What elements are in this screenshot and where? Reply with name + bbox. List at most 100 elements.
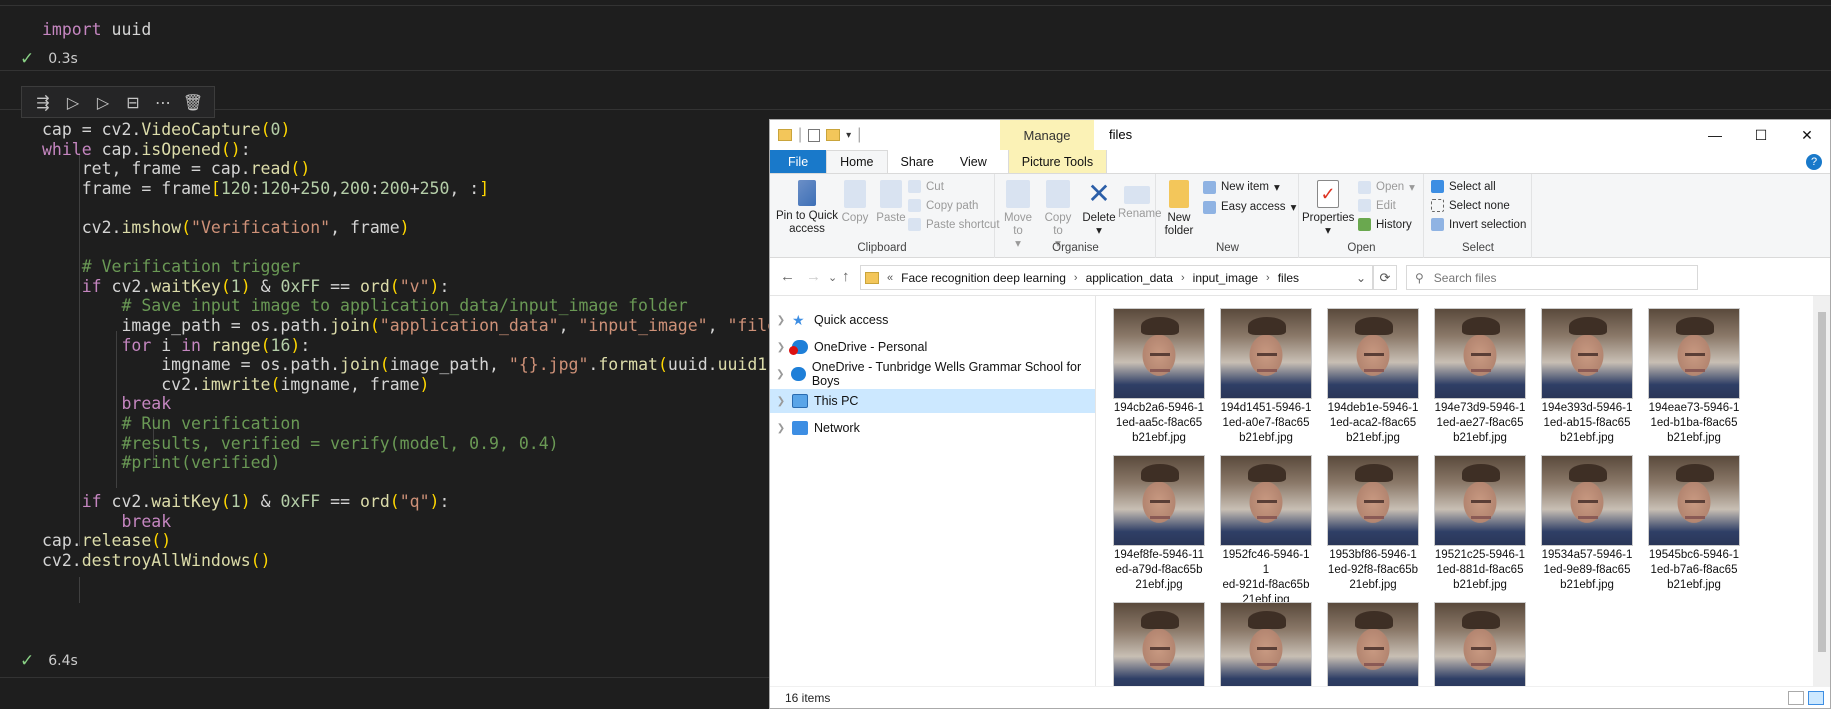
- code-line[interactable]: break: [42, 394, 807, 414]
- help-icon[interactable]: ?: [1806, 154, 1822, 170]
- more-icon[interactable]: ⋯: [152, 93, 174, 112]
- file-thumbnail[interactable]: 194deb1e-5946-1 1ed-aca2-f8ac65 b21ebf.jpg: [1327, 308, 1419, 446]
- copy-button[interactable]: Copy: [838, 180, 872, 225]
- code-line[interactable]: [42, 238, 807, 258]
- new-folder-button[interactable]: New folder: [1161, 180, 1197, 238]
- nav-item-quick-access[interactable]: ❯ ★ Quick access: [770, 308, 1095, 332]
- forward-icon[interactable]: →: [806, 268, 821, 285]
- breadcrumb-part[interactable]: files: [1278, 271, 1299, 285]
- code-line[interactable]: cv2.imshow("Verification", frame): [42, 218, 807, 238]
- large-icons-view-icon[interactable]: [1808, 691, 1824, 705]
- file-thumbnail[interactable]: [1327, 602, 1419, 686]
- code-line[interactable]: imgname = os.path.join(image_path, "{}.j…: [42, 355, 807, 375]
- file-thumbnail[interactable]: [1113, 602, 1205, 686]
- breadcrumb-part[interactable]: Face recognition deep learning: [901, 271, 1066, 285]
- history-button[interactable]: History: [1358, 218, 1412, 231]
- properties-button[interactable]: ✓ Properties ▾: [1302, 180, 1354, 238]
- vertical-scrollbar[interactable]: [1813, 296, 1830, 686]
- chevron-down-icon[interactable]: ⌄: [1356, 271, 1366, 285]
- file-thumbnail[interactable]: 194e73d9-5946-1 1ed-ae27-f8ac65 b21ebf.jpg: [1434, 308, 1526, 446]
- code-line[interactable]: for i in range(16):: [42, 336, 807, 356]
- split-cell-icon[interactable]: ⊟: [122, 93, 144, 112]
- code-line[interactable]: if cv2.waitKey(1) & 0xFF == ord("q"):: [42, 492, 807, 512]
- rename-button[interactable]: Rename: [1118, 180, 1161, 221]
- paste-shortcut-button[interactable]: Paste shortcut: [908, 218, 1000, 231]
- nav-item-this-pc[interactable]: ❯ This PC: [770, 389, 1095, 413]
- file-thumbnail[interactable]: 194eae73-5946-1 1ed-b1ba-f8ac65 b21ebf.jpg: [1648, 308, 1740, 446]
- cut-button[interactable]: Cut: [908, 180, 944, 193]
- maximize-icon[interactable]: ☐: [1738, 120, 1784, 150]
- code-line[interactable]: # Save input image to application_data/i…: [42, 296, 807, 316]
- code-line[interactable]: while cap.isOpened():: [42, 140, 807, 160]
- run-by-line-icon[interactable]: ⇶: [32, 93, 54, 112]
- recent-dropdown-icon[interactable]: ⌄: [828, 271, 837, 284]
- file-thumbnail[interactable]: 19521c25-5946-1 1ed-881d-f8ac65 b21ebf.jpg: [1434, 455, 1526, 593]
- code-line[interactable]: if cv2.waitKey(1) & 0xFF == ord("v"):: [42, 277, 807, 297]
- nav-item-network[interactable]: ❯ Network: [770, 416, 1095, 440]
- cell-1-code[interactable]: import uuid: [42, 18, 151, 41]
- file-thumbnail[interactable]: 194e393d-5946-1 1ed-ab15-f8ac65 b21ebf.jpg: [1541, 308, 1633, 446]
- code-line[interactable]: #results, verified = verify(model, 0.9, …: [42, 434, 807, 454]
- execute-above-icon[interactable]: ▷: [62, 93, 84, 112]
- file-thumbnail[interactable]: 19534a57-5946-1 1ed-9e89-f8ac65 b21ebf.jpg: [1541, 455, 1633, 593]
- nav-item-onedrive-school[interactable]: ❯ OneDrive - Tunbridge Wells Grammar Scho…: [770, 360, 1095, 388]
- close-icon[interactable]: ✕: [1784, 120, 1830, 150]
- open-button[interactable]: Open ▾: [1358, 180, 1415, 194]
- code-line[interactable]: break: [42, 512, 807, 532]
- select-all-button[interactable]: Select all: [1431, 180, 1496, 193]
- file-thumbnail[interactable]: 1953bf86-5946-1 1ed-92f8-f8ac65b 21ebf.jpg: [1327, 455, 1419, 593]
- delete-button[interactable]: ✕ Delete ▾: [1080, 180, 1118, 238]
- breadcrumb-part[interactable]: input_image: [1193, 271, 1258, 285]
- tab-home[interactable]: Home: [826, 150, 888, 173]
- cell-2-code[interactable]: cap = cv2.VideoCapture(0) while cap.isOpe…: [42, 120, 807, 571]
- file-thumbnail[interactable]: 194ef8fe-5946-11 ed-a79d-f8ac65b 21ebf.jpg: [1113, 455, 1205, 593]
- edit-button[interactable]: Edit: [1358, 199, 1396, 212]
- code-line[interactable]: cap.release(): [42, 531, 807, 551]
- address-bar[interactable]: « Face recognition deep learning › applic…: [860, 265, 1373, 290]
- nav-item-onedrive-personal[interactable]: ❯ OneDrive - Personal: [770, 335, 1095, 359]
- code-line[interactable]: ret, frame = cap.read(): [42, 159, 807, 179]
- tab-view[interactable]: View: [947, 150, 1000, 173]
- file-thumbnail[interactable]: 19545bc6-5946-1 1ed-b7a6-f8ac65 b21ebf.jpg: [1648, 455, 1740, 593]
- file-thumbnail[interactable]: 1952fc46-5946-11 ed-921d-f8ac65b 21ebf.jpg: [1220, 455, 1312, 608]
- notebook-cell-1[interactable]: import uuid ✓ 0.3s: [0, 5, 1831, 71]
- overflow-chevron[interactable]: «: [887, 272, 893, 284]
- delete-icon[interactable]: 🗑: [182, 93, 204, 112]
- code-line[interactable]: cv2.destroyAllWindows(): [42, 551, 807, 571]
- up-icon[interactable]: ↑: [842, 268, 850, 285]
- code-line[interactable]: cv2.imwrite(imgname, frame): [42, 375, 807, 395]
- search-input[interactable]: ⚲ Search files: [1406, 265, 1698, 290]
- execute-below-icon[interactable]: ▷: [92, 93, 114, 112]
- details-view-icon[interactable]: [1788, 691, 1804, 705]
- select-none-button[interactable]: Select none: [1431, 199, 1510, 212]
- move-to-button[interactable]: Move to ▾: [1000, 180, 1036, 251]
- code-line[interactable]: frame = frame[120:120+250,200:200+250, :…: [42, 179, 807, 199]
- properties-icon[interactable]: [808, 128, 821, 142]
- file-thumbnail[interactable]: [1434, 602, 1526, 686]
- copy-to-button[interactable]: Copy to ▾: [1040, 180, 1076, 251]
- file-thumbnail[interactable]: 194cb2a6-5946-1 1ed-aa5c-f8ac65 b21ebf.jpg: [1113, 308, 1205, 446]
- code-line[interactable]: image_path = os.path.join("application_d…: [42, 316, 807, 336]
- breadcrumb-part[interactable]: application_data: [1086, 271, 1173, 285]
- refresh-icon[interactable]: ⟳: [1373, 265, 1397, 290]
- new-item-button[interactable]: New item ▾: [1203, 180, 1280, 194]
- new-folder-icon[interactable]: [826, 129, 841, 141]
- manage-tab-header[interactable]: Manage: [1000, 120, 1094, 150]
- paste-button[interactable]: Paste: [874, 180, 908, 225]
- code-line[interactable]: # Run verification: [42, 414, 807, 434]
- tab-picture-tools[interactable]: Picture Tools: [1007, 150, 1108, 173]
- file-thumbnail[interactable]: 194d1451-5946-1 1ed-a0e7-f8ac65 b21ebf.jpg: [1220, 308, 1312, 446]
- pin-button[interactable]: Pin to Quick access: [776, 180, 838, 236]
- invert-selection-button[interactable]: Invert selection: [1431, 218, 1526, 231]
- easy-access-button[interactable]: Easy access ▾: [1203, 200, 1296, 214]
- code-line[interactable]: # Verification trigger: [42, 257, 807, 277]
- file-thumbnail[interactable]: [1220, 602, 1312, 686]
- code-line[interactable]: [42, 473, 807, 493]
- code-line[interactable]: cap = cv2.VideoCapture(0): [42, 120, 807, 140]
- tab-file[interactable]: File: [770, 150, 827, 173]
- tab-share[interactable]: Share: [888, 150, 947, 173]
- code-line[interactable]: #print(verified): [42, 453, 807, 473]
- copy-path-button[interactable]: Copy path: [908, 199, 978, 212]
- back-icon[interactable]: ←: [780, 268, 795, 285]
- minimize-icon[interactable]: —: [1692, 120, 1738, 150]
